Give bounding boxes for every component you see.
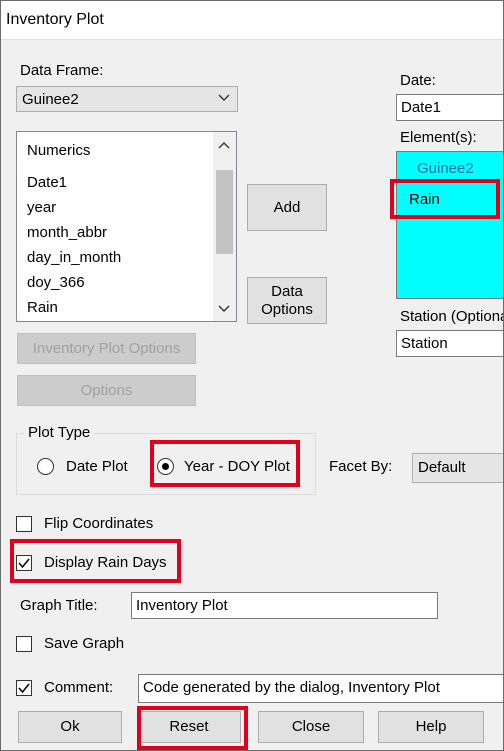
window-title: Inventory Plot: [6, 11, 104, 28]
graph-title-label: Graph Title:: [20, 597, 98, 614]
plot-type-label: Plot Type: [24, 424, 95, 441]
comment-input[interactable]: Code generated by the dialog, Inventory …: [138, 674, 504, 703]
data-frame-value: Guinee2: [22, 91, 79, 108]
options-button[interactable]: Options: [17, 375, 196, 406]
radio-button[interactable]: [157, 458, 174, 475]
save-graph-label: Save Graph: [44, 635, 125, 652]
vertical-scrollbar[interactable]: [213, 132, 236, 321]
checkbox[interactable]: [16, 516, 32, 532]
help-button[interactable]: Help: [378, 711, 484, 743]
year-doy-plot-radio[interactable]: Year - DOY Plot: [157, 457, 297, 479]
data-frame-dropdown[interactable]: Guinee2: [16, 86, 238, 112]
reset-button[interactable]: Reset: [137, 711, 241, 743]
facet-by-dropdown[interactable]: Default: [412, 453, 504, 483]
close-button[interactable]: Close: [258, 711, 364, 743]
date-value: Date1: [401, 99, 442, 116]
comment-value: Code generated by the dialog, Inventory …: [143, 679, 440, 696]
chevron-down-icon: [218, 94, 230, 101]
list-item[interactable]: Rain: [409, 191, 440, 208]
elements-receiver[interactable]: Guinee2 Rain: [396, 151, 504, 299]
data-options-label-1: Data: [271, 282, 303, 300]
flip-coordinates-checkbox[interactable]: Flip Coordinates: [16, 514, 176, 536]
display-rain-days-label: Display Rain Days: [44, 554, 167, 571]
data-options-button[interactable]: Data Options: [247, 277, 327, 324]
options-button-label: Options: [80, 381, 133, 399]
list-item[interactable]: doy_366: [27, 274, 85, 291]
save-graph-checkbox[interactable]: Save Graph: [16, 634, 136, 656]
date-receiver[interactable]: Date1: [396, 94, 504, 121]
add-button[interactable]: Add: [247, 184, 327, 231]
reset-button-label: Reset: [169, 718, 209, 735]
inventory-plot-options-button[interactable]: Inventory Plot Options: [17, 333, 196, 364]
checkbox[interactable]: [16, 636, 32, 652]
add-button-label: Add: [273, 198, 301, 216]
facet-by-label: Facet By:: [329, 458, 393, 475]
display-rain-days-checkbox[interactable]: Display Rain Days: [16, 553, 181, 575]
facet-by-value: Default: [418, 459, 466, 476]
data-frame-label: Data Frame:: [20, 62, 104, 79]
list-item[interactable]: Date1: [27, 174, 67, 191]
flip-coordinates-label: Flip Coordinates: [44, 515, 154, 532]
list-item[interactable]: year: [27, 199, 56, 216]
list-header: Numerics: [27, 142, 91, 159]
date-label: Date:: [400, 72, 436, 89]
radio-button[interactable]: [37, 458, 54, 475]
check-icon: [18, 683, 30, 694]
station-value: Station: [401, 335, 448, 352]
chevron-down-icon[interactable]: [217, 302, 231, 316]
comment-checkbox[interactable]: Comment:: [16, 678, 126, 700]
elements-group-name: Guinee2: [417, 160, 474, 177]
help-button-label: Help: [415, 718, 447, 735]
year-doy-plot-label: Year - DOY Plot: [184, 458, 290, 475]
checkbox[interactable]: [16, 555, 32, 571]
list-item[interactable]: day_in_month: [27, 249, 121, 266]
ok-button[interactable]: Ok: [18, 711, 122, 743]
check-icon: [18, 558, 30, 569]
data-options-label-2: Options: [261, 300, 313, 318]
list-item[interactable]: Rain: [27, 299, 58, 316]
station-label: Station (Optional):: [400, 308, 504, 325]
date-plot-label: Date Plot: [66, 458, 128, 475]
station-receiver[interactable]: Station: [396, 330, 504, 357]
chevron-up-icon[interactable]: [217, 138, 231, 152]
elements-label: Element(s):: [400, 129, 477, 146]
graph-title-input[interactable]: Inventory Plot: [131, 592, 438, 619]
close-button-label: Close: [291, 718, 331, 735]
comment-label: Comment:: [44, 679, 114, 696]
radio-selected-dot: [162, 463, 169, 470]
variables-list[interactable]: Numerics Date1 year month_abbr day_in_mo…: [16, 131, 237, 322]
inventory-plot-options-label: Inventory Plot Options: [32, 339, 181, 357]
date-plot-radio[interactable]: Date Plot: [37, 457, 142, 479]
list-item[interactable]: month_abbr: [27, 224, 107, 241]
title-bar: Inventory Plot: [0, 0, 504, 40]
graph-title-value: Inventory Plot: [136, 597, 228, 614]
ok-button-label: Ok: [60, 718, 80, 735]
scroll-thumb[interactable]: [216, 170, 233, 254]
checkbox[interactable]: [16, 680, 32, 696]
